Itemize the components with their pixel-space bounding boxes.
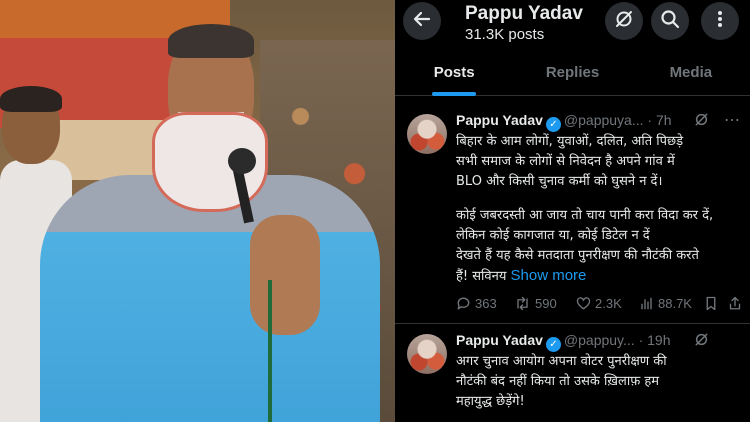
- bookmark-button[interactable]: [704, 296, 718, 311]
- tweet-line: हैं! सविनय Show more: [456, 266, 741, 287]
- show-more-link[interactable]: Show more: [511, 267, 587, 284]
- grok-icon[interactable]: [694, 112, 709, 130]
- avatar[interactable]: [407, 114, 447, 154]
- tweet-time[interactable]: 19h: [647, 332, 670, 348]
- tweet-line: BLO और किसी चुनाव कर्मी को घुसने न दें।: [456, 174, 663, 189]
- separator: ·: [647, 112, 653, 128]
- tab-posts[interactable]: Posts: [395, 50, 513, 95]
- search-button[interactable]: [651, 2, 689, 40]
- author-name[interactable]: Pappu Yadav: [456, 332, 543, 348]
- view-count: 88.7K: [658, 296, 692, 311]
- grok-button[interactable]: [605, 2, 643, 40]
- microphone-icon: [228, 148, 256, 174]
- repost-count: 590: [535, 296, 557, 311]
- reply-button[interactable]: 363: [456, 296, 497, 311]
- profile-name: Pappu Yadav: [465, 3, 583, 24]
- verified-badge-icon: ✓: [545, 117, 561, 132]
- speaker-hair: [168, 24, 254, 58]
- tweet-line: कोई जबरदस्ती आ जाय तो चाय पानी करा विदा …: [456, 208, 714, 223]
- repost-button[interactable]: 590: [514, 296, 557, 311]
- speaker-arm: [250, 215, 320, 335]
- tab-replies[interactable]: Replies: [513, 50, 631, 95]
- profile-tabs: Posts Replies Media: [395, 50, 750, 96]
- author-handle[interactable]: @pappuy...: [564, 332, 635, 348]
- grok-icon[interactable]: [694, 332, 709, 350]
- tweet-text: बिहार के आम लोगों, युवाओं, दलित, अति पिछ…: [456, 132, 741, 287]
- back-arrow-icon: [412, 9, 432, 33]
- verified-badge-icon: ✓: [545, 337, 561, 352]
- author-name[interactable]: Pappu Yadav: [456, 112, 543, 128]
- tweet-time[interactable]: 7h: [656, 112, 672, 128]
- heart-icon: [576, 296, 591, 311]
- more-horizontal-icon[interactable]: ⋯: [724, 110, 741, 130]
- like-button[interactable]: 2.3K: [576, 296, 622, 311]
- tweet[interactable]: Pappu Yadav ✓ @pappuy... · 19h अगर चुनाव आ…: [395, 326, 750, 422]
- tweet[interactable]: Pappu Yadav ✓ @pappuya... · 7h ⋯ बिहार के …: [395, 106, 750, 324]
- share-button[interactable]: [728, 296, 742, 311]
- reply-icon: [456, 296, 471, 311]
- tweet-last-line: हैं! सविनय: [456, 269, 507, 284]
- tweet-line: देखते हैं यह कैसे मतदाता पुनरीक्षण की नौ…: [456, 248, 699, 263]
- tweet-text: अगर चुनाव आयोग अपना वोटर पुनरीक्षण की नौ…: [456, 352, 741, 412]
- author-handle[interactable]: @pappuya...: [564, 112, 644, 128]
- tweet-line: नौटंकी बंद नहीं किया तो उसके ख़िलाफ़ हम: [456, 374, 660, 389]
- tab-media[interactable]: Media: [632, 50, 750, 95]
- bookmark-icon: [704, 296, 718, 311]
- like-count: 2.3K: [595, 296, 622, 311]
- microphone-cable: [268, 280, 272, 422]
- tweet-meta: Pappu Yadav ✓ @pappuy... · 19h: [456, 332, 746, 352]
- tweet-line: महायुद्ध छेड़ेंगे!: [456, 394, 525, 409]
- rally-photo: [0, 0, 395, 422]
- speaker-shirt: [40, 175, 380, 422]
- search-icon: [660, 9, 680, 33]
- tweet-line: अगर चुनाव आयोग अपना वोटर पुनरीक्षण की: [456, 354, 667, 369]
- tweet-meta: Pappu Yadav ✓ @pappuya... · 7h ⋯: [456, 112, 746, 132]
- tweet-line: लेकिन कोई कागजात या, कोई डिटेल न दें: [456, 228, 650, 243]
- grok-icon: [614, 9, 634, 33]
- more-options-button[interactable]: [701, 2, 739, 40]
- more-vertical-icon: [710, 9, 730, 33]
- repost-icon: [514, 296, 531, 311]
- tweet-line: बिहार के आम लोगों, युवाओं, दलित, अति पिछ…: [456, 134, 684, 149]
- tweet-actions: 363 590 2.3K 88.7K: [456, 296, 741, 316]
- tweet-line: सभी समाज के लोगों से निवेदन है अपने गांव…: [456, 154, 675, 169]
- views-button[interactable]: 88.7K: [639, 296, 692, 311]
- separator: ·: [638, 332, 644, 348]
- bystander-hair: [0, 86, 62, 112]
- back-button[interactable]: [403, 2, 441, 40]
- reply-count: 363: [475, 296, 497, 311]
- views-chart-icon: [639, 296, 654, 311]
- profile-header: Pappu Yadav 31.3K posts: [395, 0, 750, 46]
- post-count: 31.3K posts: [465, 26, 545, 43]
- profile-panel: Pappu Yadav 31.3K posts Posts Replies Me…: [395, 0, 750, 422]
- avatar[interactable]: [407, 334, 447, 374]
- share-icon: [728, 296, 742, 311]
